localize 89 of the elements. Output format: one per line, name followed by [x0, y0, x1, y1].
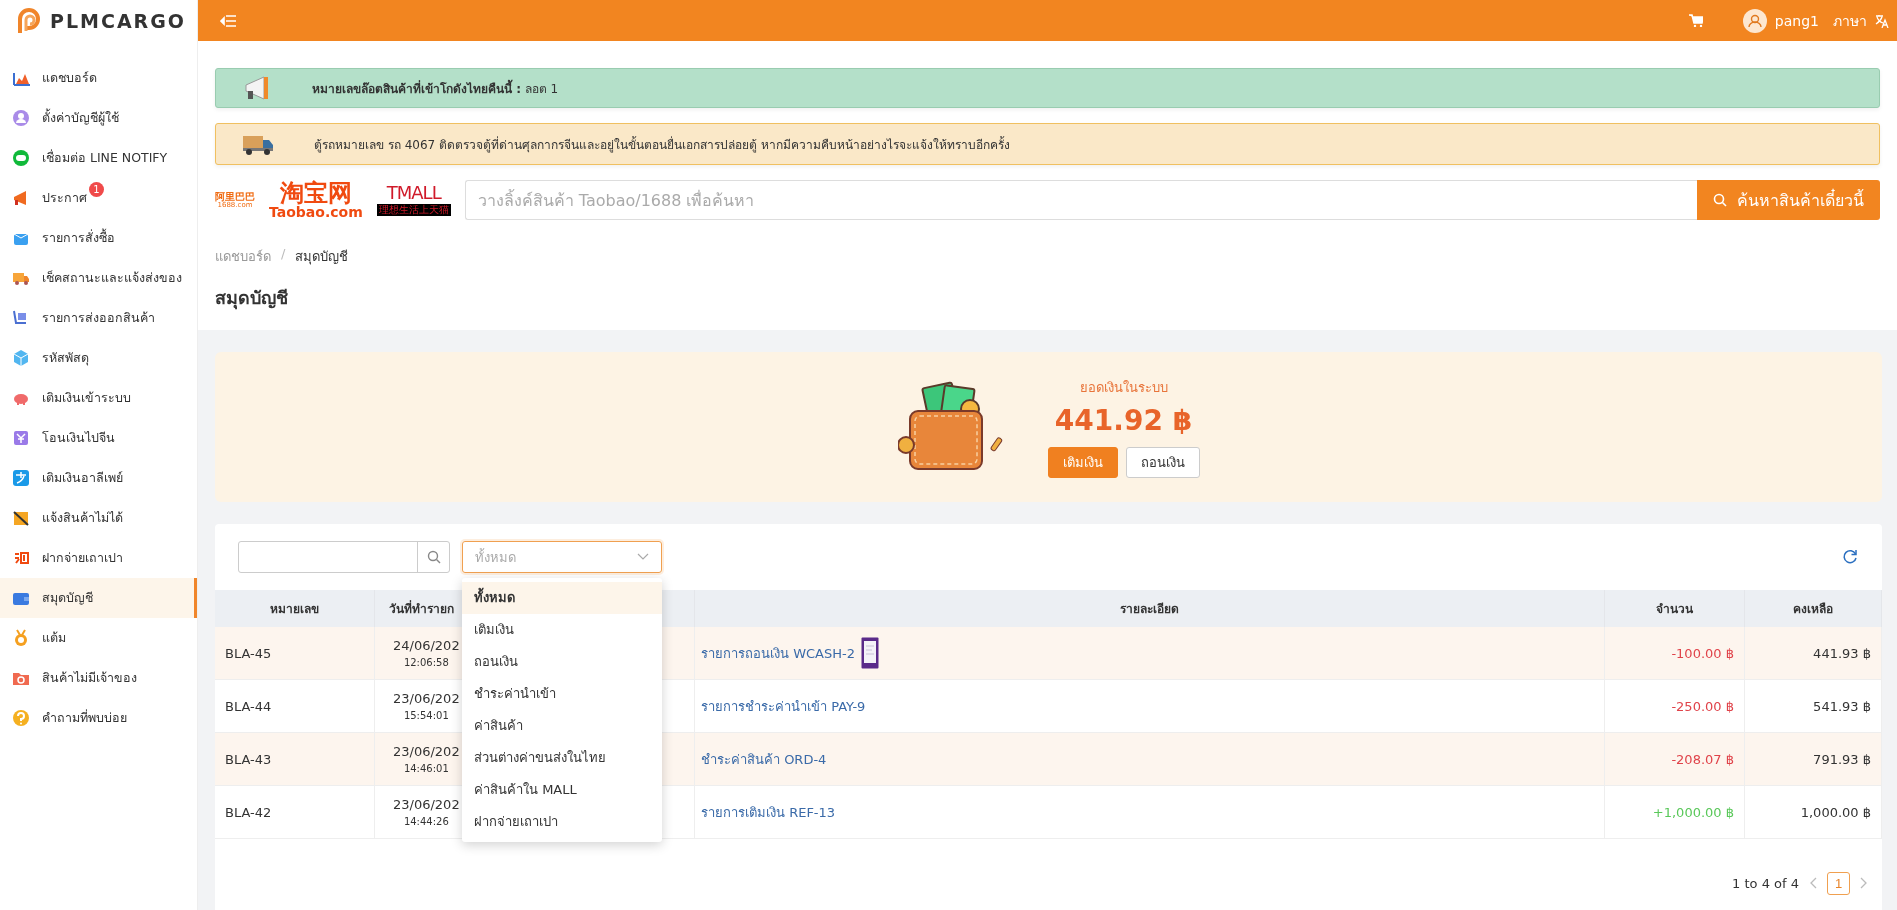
sidebar-item[interactable]: สินค้าไม่มีเจ้าของ	[0, 658, 197, 698]
dropdown-option[interactable]: ค่าสินค้า	[462, 710, 662, 742]
search-icon	[1713, 193, 1727, 207]
cart-button[interactable]	[1686, 12, 1705, 29]
column-header: จำนวน	[1605, 590, 1745, 627]
transaction-link[interactable]: ชำระค่าสินค้า ORD-4	[701, 748, 827, 770]
table-cell: 541.93 ฿	[1745, 680, 1882, 733]
table-cell: BLA-44	[215, 680, 375, 733]
cart-icon	[1688, 14, 1703, 27]
chevron-right-icon	[1860, 877, 1868, 889]
question-icon	[12, 709, 30, 727]
table-cell: -100.00 ฿	[1605, 627, 1745, 680]
search-icon	[426, 550, 441, 564]
chevron-left-icon	[1809, 877, 1817, 889]
refresh-icon	[1842, 549, 1858, 565]
sidebar-item[interactable]: ประกาศ 1	[0, 178, 197, 218]
sidebar-item[interactable]: แจ้งสินค้าไม่ได้	[0, 498, 197, 538]
dropdown-option[interactable]: ทั้งหมด	[462, 582, 662, 614]
sidebar-item[interactable]: รายการส่งออกสินค้า	[0, 298, 197, 338]
logo-text: PLMCARGO	[50, 10, 186, 32]
date-text: 23/06/202	[393, 691, 460, 706]
date-text: 23/06/202	[393, 797, 460, 812]
time-text: 14:46:01	[403, 763, 449, 774]
column-header: หมายเลข	[215, 590, 375, 627]
avatar-icon	[1742, 8, 1767, 33]
column-header: คงเหลือ	[1745, 590, 1882, 627]
cube-icon	[12, 349, 30, 367]
sidebar-item[interactable]: เช็คสถานะและแจ้งส่งของ	[0, 258, 197, 298]
column-header: รายละเอียด	[695, 590, 1605, 627]
table-cell: BLA-42	[215, 786, 375, 839]
chat-icon	[12, 149, 30, 167]
translate-icon	[1875, 13, 1889, 28]
table-cell: 441.93 ฿	[1745, 627, 1882, 680]
sidebar-item[interactable]: เติมเงินเข้าระบบ	[0, 378, 197, 418]
table-cell: BLA-43	[215, 733, 375, 786]
medal-icon	[12, 629, 30, 647]
dropdown-option[interactable]: ชำระค่านำเข้า	[462, 678, 662, 710]
marketplace-logo[interactable]: TMALL 理想生活上天猫	[376, 184, 451, 216]
logo-icon	[16, 7, 42, 35]
sidebar-item[interactable]: แต้ม	[0, 618, 197, 658]
dropdown-option[interactable]: ถอนเงิน	[462, 646, 662, 678]
search-field[interactable]	[238, 541, 450, 573]
sidebar-item[interactable]: สมุดบัญชี	[0, 578, 197, 618]
sidebar-item[interactable]: รหัสพัสดุ	[0, 338, 197, 378]
table-cell: BLA-45	[215, 627, 375, 680]
time-text: 14:44:26	[403, 816, 449, 827]
table-cell: 1,000.00 ฿	[1745, 786, 1882, 839]
marketplace-logo[interactable]: 淘宝网 Taobao.com	[269, 181, 363, 219]
sidebar-item[interactable]: แดชบอร์ด	[0, 58, 197, 98]
sidebar-item[interactable]: เติมเงินอาลีเพย์	[0, 458, 197, 498]
table-cell: -250.00 ฿	[1605, 680, 1745, 733]
chevron-down-icon	[637, 553, 649, 561]
sidebar-item[interactable]: รายการสั่งซื้อ	[0, 218, 197, 258]
search-field[interactable]: วางลิ้งค์สินค้า Taobao/1688 เพื่อค้นหา	[464, 180, 1697, 220]
dropdown-option[interactable]: ค่าสินค้าใน MALL	[462, 774, 662, 806]
pagination-summary: 1 to 4 of 4	[1732, 875, 1799, 891]
date-text: 24/06/202	[393, 638, 460, 653]
transaction-link[interactable]: รายการเติมเงิน REF-13	[701, 801, 836, 823]
table-cell: +1,000.00 ฿	[1605, 786, 1745, 839]
sidebar-item[interactable]: เชื่อมต่อ LINE NOTIFY	[0, 138, 197, 178]
transaction-link[interactable]: รายการชำระค่านำเข้า PAY-9	[701, 695, 866, 717]
page-title: สมุดบัญชี	[215, 286, 289, 312]
date-text: 23/06/202	[393, 744, 460, 759]
document-thumbnail-icon	[860, 637, 879, 669]
time-text: 12:06:58	[403, 657, 449, 668]
table-cell: -208.07 ฿	[1605, 733, 1745, 786]
truck-icon	[242, 133, 274, 155]
time-text: 15:54:01	[403, 710, 449, 721]
notification-badge: 1	[89, 182, 104, 197]
notice-text: หมายเลขล๊อตสินค้าที่เข้าโกดังไทยคืนนี้ : ลอต 1	[312, 78, 559, 98]
withdraw-button[interactable]: ถอนเงิน	[1125, 446, 1200, 478]
transaction-link[interactable]: รายการถอนเงิน WCASH-2	[701, 642, 855, 664]
balance-amount: 441.92 ฿	[1054, 403, 1193, 437]
table-cell: 791.93 ฿	[1745, 733, 1882, 786]
notice-text: ตู้รถหมายเลข รถ 4067 ติดตรวจตู้ที่ด่านศุลกากรจีนและอยู่ในขั้นตอนยื่นเอกสารปล่อยตู้ หากมีความคืบหน้าอย่างไรจะแจ้งให้ทราบอีกครั้ง	[314, 135, 1010, 154]
sidebar-item[interactable]: คำถามที่พบบ่อย	[0, 698, 197, 738]
dropdown-option[interactable]: ฝากจ่ายเถาเปา	[462, 806, 662, 838]
sidebar-item[interactable]: โอนเงินไปจีน	[0, 418, 197, 458]
dropdown-option[interactable]: ส่วนต่างค่าขนส่งในไทย	[462, 742, 662, 774]
breadcrumb-current: สมุดบัญชี	[295, 248, 349, 267]
yen-icon	[12, 429, 30, 447]
menu-icon	[220, 13, 236, 28]
balance-label: ยอดเงินในระบบ	[1079, 378, 1168, 397]
user-icon	[12, 109, 30, 127]
payment-icon	[12, 469, 30, 487]
sidebar-item[interactable]: ตั้งค่าบัญชีผู้ใช้	[0, 98, 197, 138]
breadcrumb-separator: /	[281, 246, 286, 263]
crossed-box-icon	[12, 509, 30, 527]
sidebar-item[interactable]: ฝากจ่ายเถาเปา	[0, 538, 197, 578]
